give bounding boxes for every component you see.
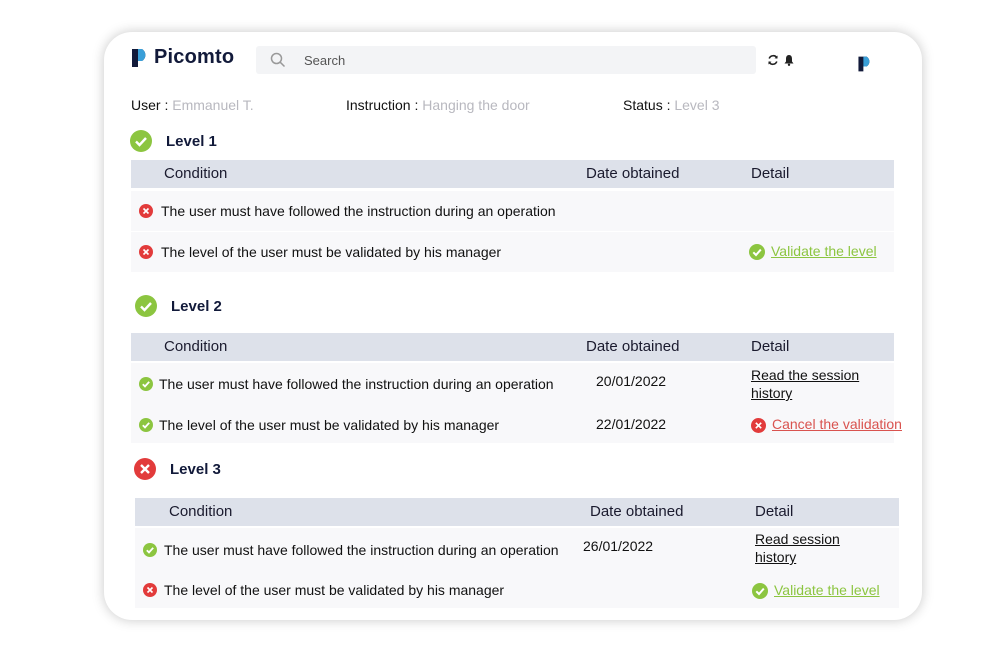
read-session-line2[interactable]: history <box>755 549 796 565</box>
validate-level-link[interactable]: Validate the level <box>752 582 880 600</box>
instruction-label: Instruction : <box>346 97 419 113</box>
search-icon <box>270 52 286 68</box>
read-session-history-link[interactable]: Read the session history <box>751 366 859 402</box>
level-1-title: Level 1 <box>166 132 217 150</box>
table-row: The user must have followed the instruct… <box>131 363 894 407</box>
cancel-validation-label[interactable]: Cancel the validation <box>772 416 902 432</box>
column-condition: Condition <box>164 338 228 355</box>
date-obtained: 20/01/2022 <box>596 373 667 389</box>
error-circle-icon <box>139 245 153 259</box>
check-circle-icon <box>139 418 153 432</box>
level-3-table-header: Condition Date obtained Detail <box>135 498 899 526</box>
column-date: Date obtained <box>586 165 680 182</box>
check-circle-icon <box>135 295 157 317</box>
condition-text: The user must have followed the instruct… <box>164 542 559 558</box>
level-1-header: Level 1 <box>130 130 217 152</box>
level-2-table-header: Condition Date obtained Detail <box>131 333 894 361</box>
cancel-validation-link[interactable]: Cancel the validation <box>751 416 902 433</box>
check-circle-icon <box>749 244 765 261</box>
read-session-line1[interactable]: Read session <box>755 531 840 547</box>
logo-text: Picomto <box>154 46 235 68</box>
search-input[interactable]: Search <box>256 46 756 74</box>
bell-icon[interactable] <box>783 54 795 66</box>
level-3-header: Level 3 <box>134 458 221 480</box>
picomto-avatar-icon <box>858 56 870 72</box>
column-date: Date obtained <box>590 503 684 520</box>
meta-user: User : Emmanuel T. <box>131 97 254 113</box>
column-detail: Detail <box>751 165 790 182</box>
condition-text: The user must have followed the instruct… <box>159 376 554 392</box>
column-date: Date obtained <box>586 338 680 355</box>
validate-level-label[interactable]: Validate the level <box>774 582 880 598</box>
meta-instruction: Instruction : Hanging the door <box>346 97 530 113</box>
column-detail: Detail <box>751 338 790 355</box>
check-circle-icon <box>752 583 768 600</box>
condition-text: The level of the user must be validated … <box>159 417 500 433</box>
level-1-table-header: Condition Date obtained Detail <box>131 160 894 188</box>
level-3-title: Level 3 <box>170 460 221 478</box>
read-session-line1[interactable]: Read the session <box>751 367 859 383</box>
condition-text: The user must have followed the instruct… <box>161 203 556 219</box>
validate-level-link[interactable]: Validate the level <box>749 243 877 261</box>
status-label: Status : <box>623 97 671 113</box>
condition-text: The level of the user must be validated … <box>161 244 502 260</box>
read-session-line2[interactable]: history <box>751 385 792 401</box>
picomto-logo-icon <box>132 48 146 67</box>
date-obtained: 22/01/2022 <box>596 416 667 432</box>
error-circle-icon <box>751 417 766 433</box>
check-circle-icon <box>139 377 153 391</box>
top-icons <box>767 54 795 66</box>
table-row: The level of the user must be validated … <box>131 407 902 443</box>
level-2-header: Level 2 <box>135 295 222 317</box>
level-2-title: Level 2 <box>171 297 222 315</box>
error-circle-icon <box>143 583 157 597</box>
table-row: The level of the user must be validated … <box>135 572 899 608</box>
search-placeholder: Search <box>304 53 346 68</box>
error-circle-icon <box>134 458 156 480</box>
table-row: The user must have followed the instruct… <box>135 528 899 572</box>
instruction-value: Hanging the door <box>422 97 530 113</box>
date-obtained: 26/01/2022 <box>583 538 654 554</box>
app-logo[interactable]: Picomto <box>130 46 234 69</box>
table-row: The level of the user must be validated … <box>131 232 894 272</box>
meta-status: Status : Level 3 <box>623 97 720 113</box>
error-circle-icon <box>139 204 153 218</box>
table-row: The user must have followed the instruct… <box>131 191 894 231</box>
check-circle-icon <box>130 130 152 152</box>
avatar[interactable] <box>856 55 874 78</box>
status-value: Level 3 <box>674 97 720 113</box>
user-value: Emmanuel T. <box>172 97 254 113</box>
column-condition: Condition <box>169 503 233 520</box>
validate-level-label[interactable]: Validate the level <box>771 243 877 259</box>
user-label: User : <box>131 97 169 113</box>
read-session-history-link[interactable]: Read session history <box>755 530 840 566</box>
check-circle-icon <box>143 543 157 557</box>
column-condition: Condition <box>164 165 228 182</box>
column-detail: Detail <box>755 503 794 520</box>
refresh-icon[interactable] <box>767 54 779 66</box>
condition-text: The level of the user must be validated … <box>164 582 505 598</box>
